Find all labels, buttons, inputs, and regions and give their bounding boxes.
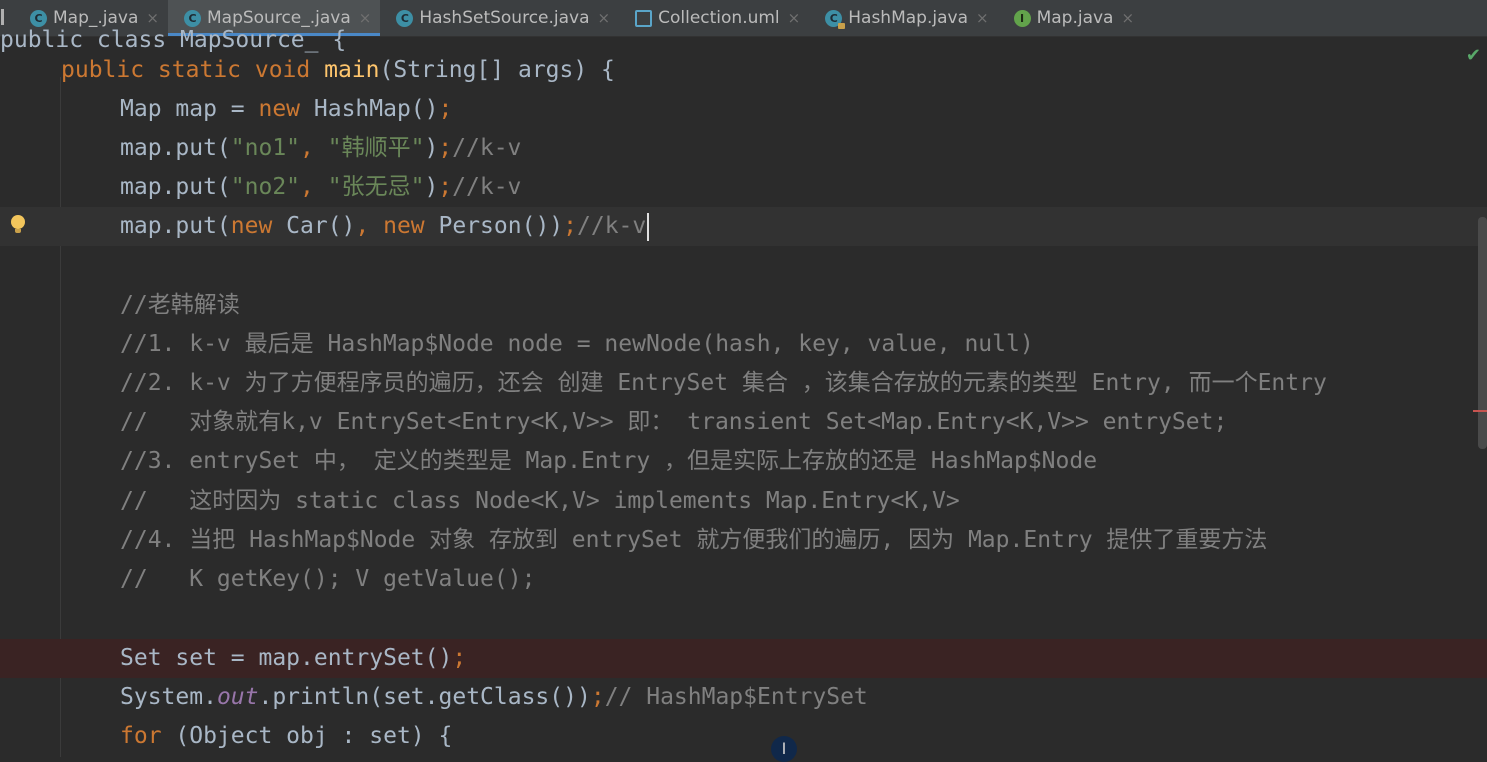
code-token: ; (438, 174, 453, 200)
mouse-cursor-icon: I (771, 736, 797, 762)
code-line[interactable]: //1. k-v 最后是 HashMap$Node node = newNode… (0, 325, 1487, 364)
code-token: "韩顺平" (327, 135, 425, 161)
code-line[interactable]: // K getKey(); V getValue(); (0, 560, 1487, 599)
error-stripe-marker[interactable] (1473, 410, 1487, 412)
code-line[interactable] (0, 599, 1487, 638)
check-icon[interactable]: ✔ (1466, 45, 1481, 66)
code-token: Person()) (438, 213, 564, 239)
code-line[interactable]: // 这时因为 static class Node<K,V> implement… (0, 482, 1487, 521)
code-token: //4. 当把 HashMap$Node 对象 存放到 entrySet 就方便… (120, 527, 1268, 553)
code-token: // HashMap$EntrySet (604, 684, 868, 710)
code-token: ) (424, 174, 439, 200)
code-token: //k-v (577, 213, 647, 239)
code-line[interactable]: for (Object obj : set) { (0, 717, 1487, 756)
code-line[interactable] (0, 246, 1487, 285)
code-line[interactable]: Set set = map.entrySet(); (0, 639, 1487, 678)
code-line[interactable]: map.put(new Car(), new Person());//k-v (0, 207, 1487, 246)
vertical-scrollbar[interactable] (1478, 217, 1487, 449)
code-line[interactable]: // 对象就有k,v EntrySet<Entry<K,V>> 即： trans… (0, 403, 1487, 442)
code-token: Set set = map.entrySet() (120, 645, 453, 671)
code-token: //k-v (452, 135, 522, 161)
code-token: // 这时因为 static class Node<K,V> implement… (120, 488, 960, 514)
code-line[interactable]: map.put("no2", "张无忌");//k-v (0, 168, 1487, 207)
code-line[interactable]: //4. 当把 HashMap$Node 对象 存放到 entrySet 就方便… (0, 521, 1487, 560)
code-token: //k-v (452, 174, 522, 200)
code-token: new (230, 213, 287, 239)
code-token: //老韩解读 (120, 292, 240, 318)
text-caret (647, 212, 650, 241)
code-line[interactable]: //3. entrySet 中， 定义的类型是 Map.Entry ，但是实际上… (0, 442, 1487, 481)
code-token: // 对象就有k,v EntrySet<Entry<K,V>> 即： trans… (120, 409, 1228, 435)
code-line[interactable]: Map map = new HashMap(); (0, 90, 1487, 129)
code-token: ; (590, 684, 605, 710)
code-token: for (120, 723, 176, 749)
code-token: //1. k-v 最后是 HashMap$Node node = newNode… (120, 331, 1034, 357)
code-token: public static void (61, 57, 325, 83)
code-token: "no1" (230, 135, 301, 161)
code-token: Car() (286, 213, 356, 239)
code-line[interactable]: //2. k-v 为了方便程序员的遍历，还会 创建 EntrySet 集合 ，该… (0, 364, 1487, 403)
code-token: "张无忌" (327, 174, 425, 200)
code-token: , (300, 135, 328, 161)
code-token: Map map = (120, 96, 259, 122)
code-token: main (324, 57, 380, 83)
code-token: ; (438, 96, 453, 122)
code-token: map.put( (120, 213, 231, 239)
code-token: ; (438, 135, 453, 161)
lightbulb-icon[interactable] (11, 215, 25, 233)
code-token: new (258, 96, 314, 122)
code-token: //3. entrySet 中， 定义的类型是 Map.Entry ，但是实际上… (120, 448, 1098, 474)
code-token: ) (424, 135, 439, 161)
code-token: ; (452, 645, 467, 671)
code-token: map.put( (120, 174, 231, 200)
code-token: // K getKey(); V getValue(); (120, 566, 536, 592)
code-editor[interactable]: public class MapSource_ {public static v… (0, 27, 1487, 762)
code-token: ; (563, 213, 577, 239)
code-token: out (216, 684, 259, 710)
code-token: //2. k-v 为了方便程序员的遍历，还会 创建 EntrySet 集合 ，该… (120, 370, 1327, 396)
code-token: "no2" (230, 174, 301, 200)
code-line[interactable]: map.put("no1", "韩顺平");//k-v (0, 129, 1487, 168)
code-token: System. (120, 684, 217, 710)
code-token: HashMap() (313, 96, 439, 122)
code-token: , new (355, 213, 439, 239)
code-token: (Object obj : set) { (175, 723, 453, 749)
code-token: public class MapSource_ { (0, 27, 347, 53)
code-token: (String[] args) { (379, 57, 615, 83)
code-line[interactable]: System.out.println(set.getClass());// Ha… (0, 678, 1487, 717)
code-line[interactable]: //老韩解读 (0, 286, 1487, 325)
code-token: map.put( (120, 135, 231, 161)
code-token: .println(set.getClass()) (258, 684, 591, 710)
code-token: , (300, 174, 328, 200)
code-line[interactable]: public static void main(String[] args) { (0, 51, 1487, 90)
